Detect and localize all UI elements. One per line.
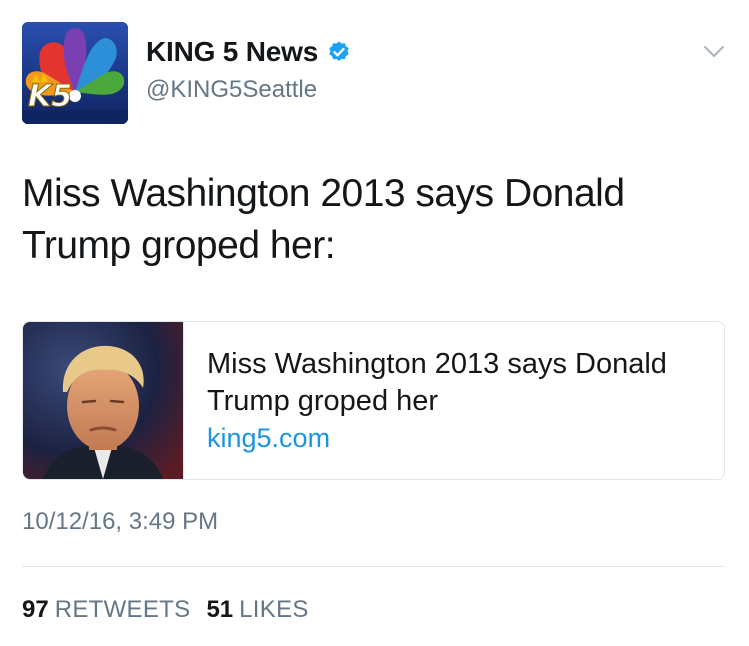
tweet-text: Miss Washington 2013 says Donald Trump g… [22,172,625,267]
card-thumbnail-image [23,322,184,479]
divider [22,566,725,567]
card-domain-link[interactable]: king5.com [207,423,330,454]
author-avatar[interactable]: K5 [22,22,128,124]
author-display-name[interactable]: KING 5 News [146,36,318,68]
retweets-stat[interactable]: 97 RETWEETS [22,596,190,624]
likes-stat[interactable]: 51 LIKES [206,596,308,624]
engagement-stats: 97 RETWEETS 51 LIKES [22,596,309,624]
author-handle[interactable]: @KING5Seattle [146,76,317,104]
tweet-timestamp[interactable]: 10/12/16, 3:49 PM [22,508,218,536]
chevron-down-icon[interactable] [700,42,728,62]
link-card[interactable]: Miss Washington 2013 says Donald Trump g… [22,321,725,480]
likes-label: LIKES [239,596,309,623]
king5-logo-icon: K5 [22,22,128,124]
svg-text:K5: K5 [28,79,72,114]
likes-count: 51 [206,596,234,623]
retweets-count: 97 [22,596,49,623]
verified-badge-icon [327,40,351,64]
retweets-label: RETWEETS [54,596,191,623]
card-title[interactable]: Miss Washington 2013 says Donald Trump g… [207,346,707,420]
